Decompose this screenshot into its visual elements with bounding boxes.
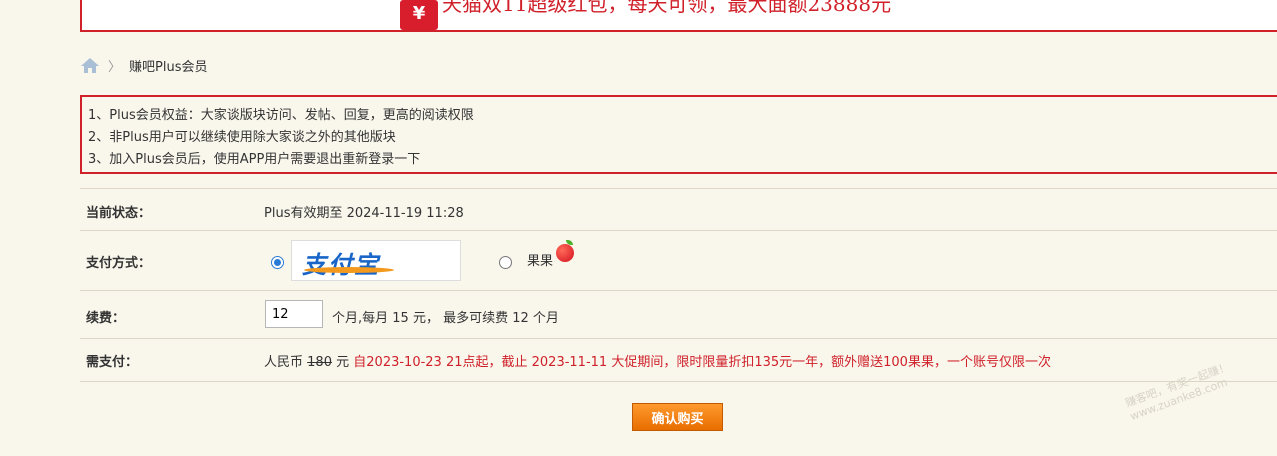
breadcrumb: 〉 赚吧Plus会员 — [80, 54, 207, 76]
original-price: 180 — [307, 355, 332, 370]
red-packet-icon: ¥ — [400, 0, 438, 30]
renew-row: 续费： 个月,每月 15 元， 最多可续费 12 个月 — [80, 290, 1277, 339]
confirm-purchase-button[interactable]: 确认购买 — [632, 403, 723, 431]
home-icon[interactable] — [80, 56, 100, 74]
months-input[interactable] — [265, 300, 323, 328]
alipay-radio[interactable] — [271, 256, 284, 269]
payment-method-row: 支付方式： 支付宝 果果 — [80, 230, 1277, 291]
alipay-option[interactable]: 支付宝 — [291, 240, 461, 281]
promo-text: 自2023-10-23 21点起，截止 2023-11-11 大促期间，限时限量… — [353, 355, 1051, 370]
amount-due-value: 人民币 180 元 自2023-10-23 21点起，截止 2023-11-11… — [264, 351, 1051, 370]
guoguo-label[interactable]: 果果 — [527, 250, 553, 269]
status-label: 当前状态： — [86, 206, 152, 221]
alipay-swoosh — [304, 267, 394, 273]
promo-banner-text[interactable]: 天猫双11超级红包，每天可领，最大面额23888元 — [442, 0, 891, 17]
promo-banner[interactable]: ¥ 天猫双11超级红包，每天可领，最大面额23888元 — [80, 0, 1277, 32]
price-unit: 元 — [336, 355, 350, 370]
notice-line-2: 2、非Plus用户可以继续使用除大家谈之外的其他版块 — [88, 130, 396, 145]
status-row: 当前状态： Plus有效期至 2024-11-19 11:28 — [80, 188, 1277, 231]
renew-label: 续费： — [86, 311, 126, 326]
amount-due-label: 需支付： — [86, 355, 139, 370]
renew-unit-text: 个月,每月 15 元， 最多可续费 12 个月 — [332, 311, 559, 326]
notice-line-3: 3、加入Plus会员后，使用APP用户需要退出重新登录一下 — [88, 152, 421, 167]
amount-due-row: 需支付： 人民币 180 元 自2023-10-23 21点起，截止 2023-… — [80, 338, 1277, 382]
breadcrumb-separator: 〉 — [108, 59, 122, 75]
plus-benefits-notice: 1、Plus会员权益：大家谈版块访问、发帖、回复，更高的阅读权限 2、非Plus… — [80, 95, 1277, 174]
notice-line-1: 1、Plus会员权益：大家谈版块访问、发帖、回复，更高的阅读权限 — [88, 108, 474, 123]
breadcrumb-current: 赚吧Plus会员 — [129, 59, 208, 75]
guoguo-radio[interactable] — [499, 256, 512, 269]
currency-label: 人民币 — [264, 355, 304, 370]
alipay-logo: 支付宝 — [302, 251, 380, 279]
status-value: Plus有效期至 2024-11-19 11:28 — [264, 206, 464, 221]
payment-method-label: 支付方式： — [86, 256, 152, 271]
apple-icon — [556, 244, 574, 262]
